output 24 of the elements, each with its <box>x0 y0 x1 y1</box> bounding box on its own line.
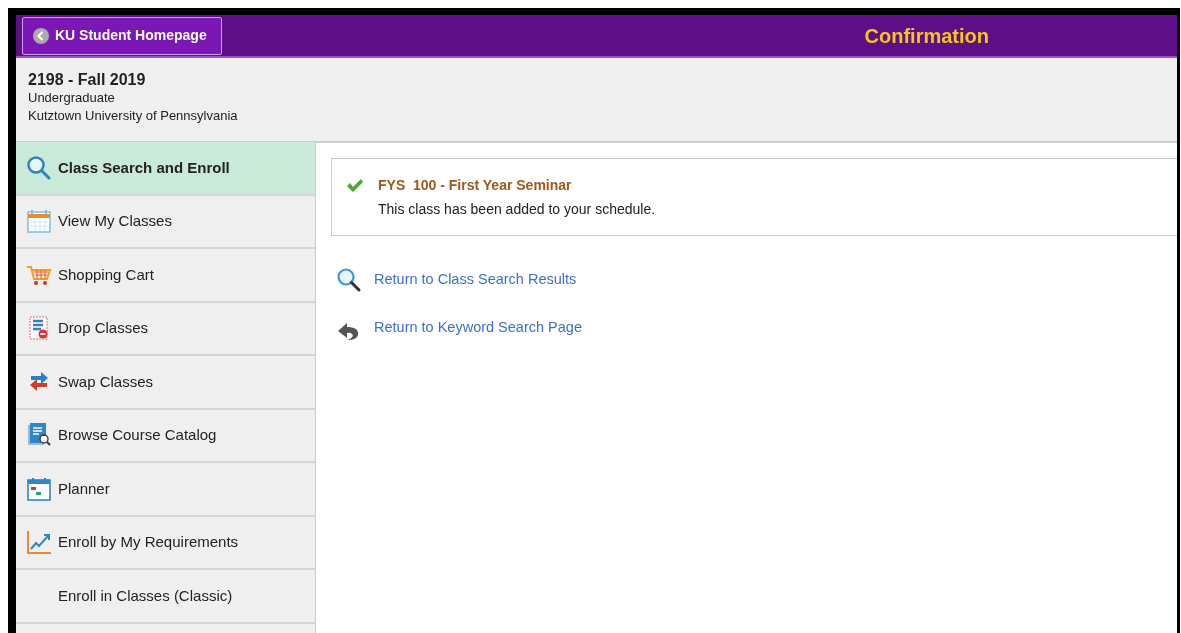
sidebar-item[interactable]: Browse Course Catalog <box>16 409 315 463</box>
calendar-icon <box>26 208 52 235</box>
return-link[interactable]: Return to Keyword Search Page <box>374 317 582 339</box>
sidebar-item[interactable]: Enroll in Classes (Classic) <box>16 570 315 624</box>
confirmation-message: This class has been added to your schedule. <box>378 200 656 219</box>
search-icon <box>26 154 52 181</box>
sidebar-item[interactable]: Swap Classes <box>16 356 315 410</box>
sidebar-item[interactable]: Shopping Cart <box>16 249 315 303</box>
sidebar-item[interactable]: View My Classes <box>16 195 315 249</box>
search-icon <box>336 267 362 293</box>
sidebar-item[interactable]: Class Search and Enroll <box>16 142 315 196</box>
institution-text: Kutztown University of Pennsylvania <box>28 107 239 126</box>
page-title: Confirmation <box>864 23 989 49</box>
back-icon <box>33 27 49 44</box>
back-button[interactable]: KU Student Homepage <box>22 16 222 55</box>
return-link[interactable]: Return to Class Search Results <box>374 269 577 291</box>
sidebar-item[interactable]: Planner <box>16 463 315 517</box>
sidebar-item[interactable]: Drop Classes <box>16 302 315 356</box>
sidebar-item[interactable]: Enroll by My Requirements <box>16 516 315 570</box>
class-title: FYS 100 - First Year Seminar <box>378 176 573 195</box>
term-name: 2198 - Fall 2019 <box>28 70 147 90</box>
planner-icon <box>26 475 52 502</box>
line-chart-icon <box>26 529 52 556</box>
career-text: Undergraduate <box>28 89 116 108</box>
